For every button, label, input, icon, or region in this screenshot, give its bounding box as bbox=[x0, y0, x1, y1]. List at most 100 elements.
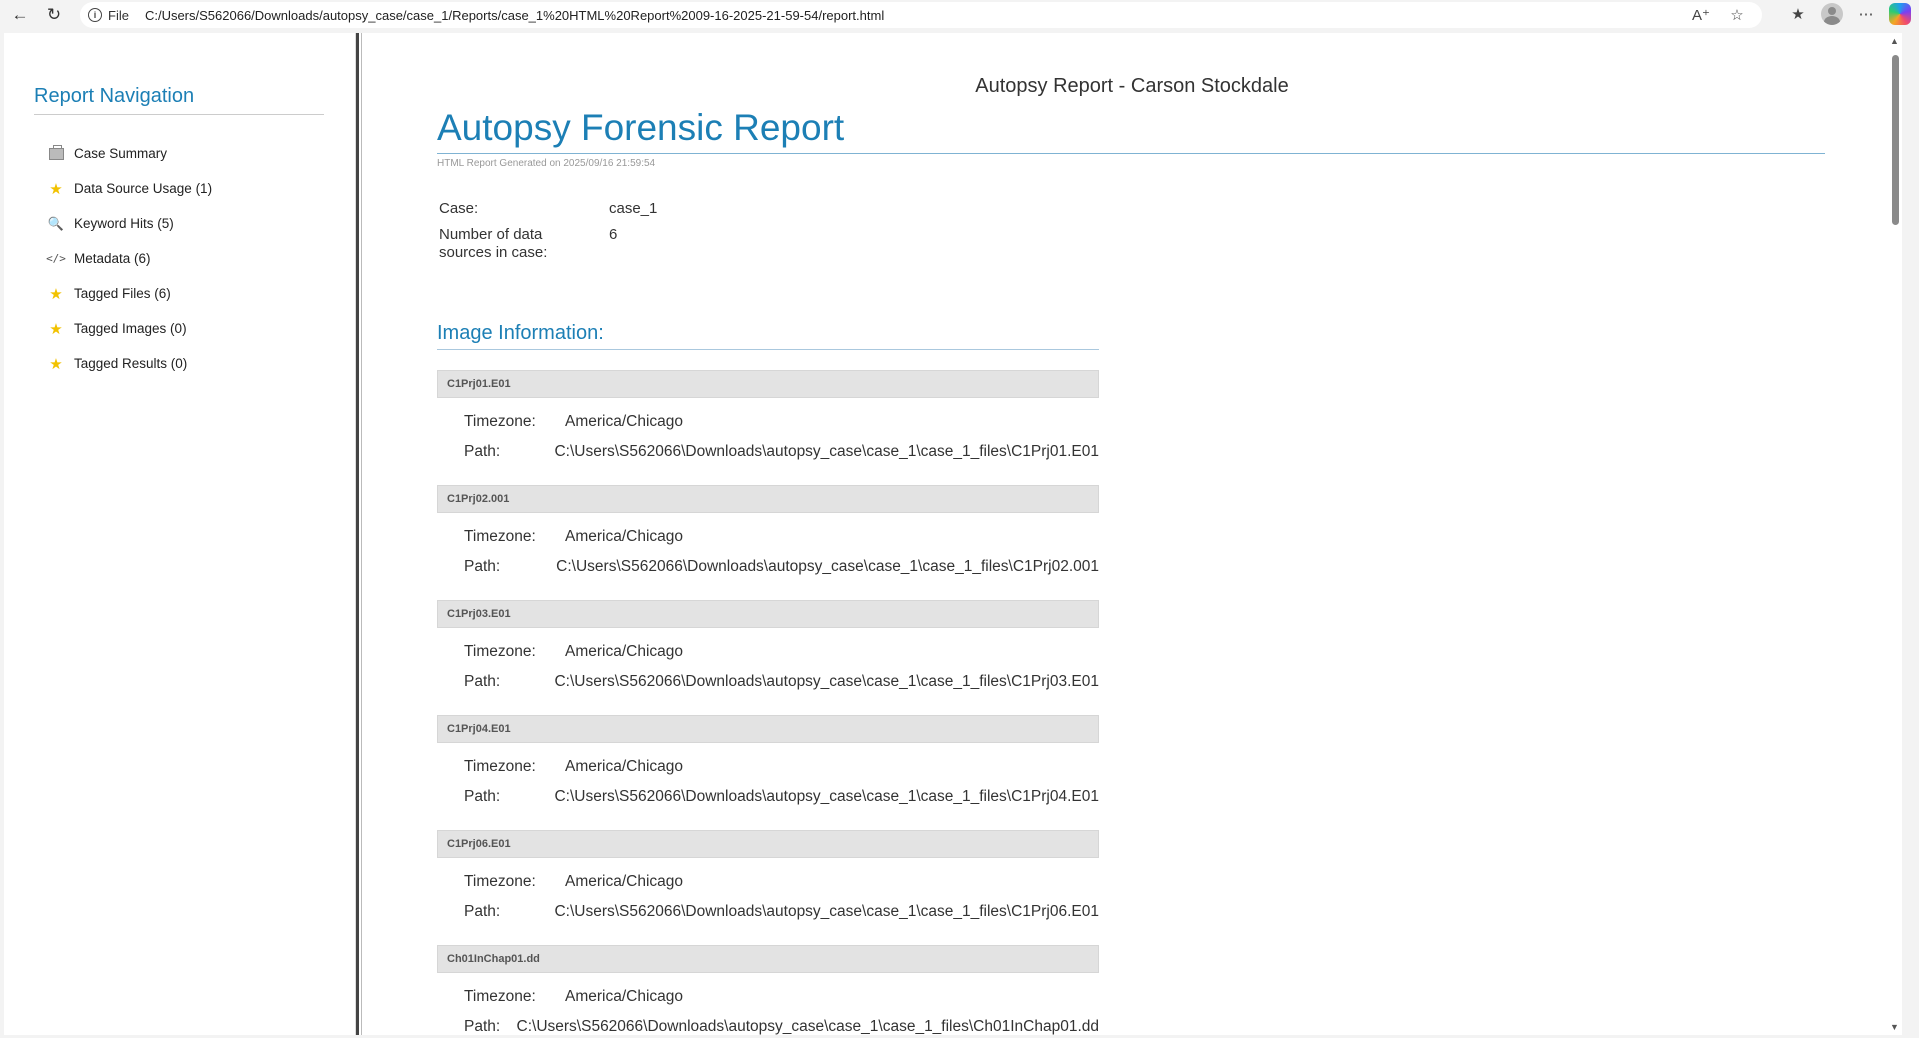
star-icon: ★ bbox=[49, 355, 63, 373]
image-entry: C1Prj06.E01 Timezone: America/Chicago Pat… bbox=[437, 830, 1099, 927]
image-entry: C1Prj03.E01 Timezone: America/Chicago Pat… bbox=[437, 600, 1099, 697]
path-label: Path: bbox=[464, 903, 501, 920]
timezone-row: Timezone: America/Chicago bbox=[437, 522, 1099, 552]
path-value: C:\Users\S562066\Downloads\autopsy_case\… bbox=[554, 903, 1099, 920]
nav-item-case-summary[interactable]: Case Summary bbox=[48, 136, 212, 171]
sources-label-line2: sources in case: bbox=[439, 244, 548, 261]
image-name-bar: C1Prj04.E01 bbox=[437, 715, 1099, 743]
image-name-bar: C1Prj02.001 bbox=[437, 485, 1099, 513]
favorites-icon[interactable]: ★ bbox=[1787, 4, 1809, 24]
path-value: C:\Users\S562066\Downloads\autopsy_case\… bbox=[516, 1018, 1099, 1035]
timezone-label: Timezone: bbox=[464, 873, 536, 890]
timezone-label: Timezone: bbox=[464, 988, 536, 1005]
path-row: Path: C:\Users\S562066\Downloads\autopsy_… bbox=[437, 1012, 1099, 1035]
copilot-icon[interactable] bbox=[1889, 3, 1911, 25]
path-value: C:\Users\S562066\Downloads\autopsy_case\… bbox=[554, 443, 1099, 460]
timezone-value: America/Chicago bbox=[565, 528, 684, 545]
timezone-row: Timezone: America/Chicago bbox=[437, 867, 1099, 897]
nav-item-metadata[interactable]: </> Metadata (6) bbox=[46, 241, 212, 276]
nav-item-label[interactable]: Tagged Results (0) bbox=[74, 356, 187, 371]
path-label: Path: bbox=[464, 788, 501, 805]
browser-toolbar: ← ↻ i File C:/Users/S562066/Downloads/au… bbox=[0, 0, 1919, 30]
path-value: C:\Users\S562066\Downloads\autopsy_case\… bbox=[554, 673, 1099, 690]
timezone-row: Timezone: America/Chicago bbox=[437, 407, 1099, 437]
profile-icon[interactable] bbox=[1821, 3, 1843, 25]
nav-item-label[interactable]: Metadata (6) bbox=[74, 251, 151, 266]
image-information-heading: Image Information: bbox=[437, 322, 604, 344]
report-content: Autopsy Report - Carson Stockdale Autops… bbox=[362, 33, 1902, 1035]
sources-label-line1: Number of data bbox=[439, 226, 543, 243]
nav-item-label[interactable]: Data Source Usage (1) bbox=[74, 181, 212, 196]
path-label: Path: bbox=[464, 673, 501, 690]
path-row: Path: C:\Users\S562066\Downloads\autopsy_… bbox=[437, 437, 1099, 467]
image-name-bar: C1Prj01.E01 bbox=[437, 370, 1099, 398]
path-label: Path: bbox=[464, 443, 501, 460]
sources-row: Number of data sources in case: 6 bbox=[439, 226, 657, 262]
path-label: Path: bbox=[464, 1018, 501, 1035]
star-icon: ★ bbox=[49, 180, 63, 198]
generated-timestamp: HTML Report Generated on 2025/09/16 21:5… bbox=[437, 158, 656, 169]
nav-item-label[interactable]: Case Summary bbox=[74, 146, 167, 161]
report-navigation-panel: Report Navigation Case Summary ★ Data So… bbox=[4, 33, 356, 1035]
sources-label: Number of data sources in case: bbox=[439, 226, 609, 262]
image-information-divider bbox=[437, 349, 1099, 350]
url-text[interactable]: C:/Users/S562066/Downloads/autopsy_case/… bbox=[145, 8, 884, 23]
image-name-bar: C1Prj06.E01 bbox=[437, 830, 1099, 858]
timezone-value: America/Chicago bbox=[565, 988, 684, 1005]
read-aloud-icon[interactable]: A⁺ bbox=[1690, 5, 1712, 25]
refresh-icon[interactable]: ↻ bbox=[40, 3, 68, 27]
star-icon: ★ bbox=[49, 320, 63, 338]
timezone-value: America/Chicago bbox=[565, 413, 684, 430]
file-label: File bbox=[108, 7, 129, 23]
code-icon: </> bbox=[46, 252, 66, 265]
scroll-up-icon[interactable]: ▲ bbox=[1890, 36, 1899, 46]
briefcase-icon bbox=[48, 144, 64, 162]
timezone-label: Timezone: bbox=[464, 758, 536, 775]
timezone-value: America/Chicago bbox=[565, 643, 684, 660]
nav-item-tagged-images[interactable]: ★ Tagged Images (0) bbox=[48, 311, 212, 346]
nav-item-data-source-usage[interactable]: ★ Data Source Usage (1) bbox=[48, 171, 212, 206]
image-entry: Ch01InChap01.dd Timezone: America/Chicago… bbox=[437, 945, 1099, 1035]
path-value: C:\Users\S562066\Downloads\autopsy_case\… bbox=[556, 558, 1099, 575]
nav-item-label[interactable]: Tagged Files (6) bbox=[74, 286, 171, 301]
star-icon: ★ bbox=[49, 285, 63, 303]
info-icon[interactable]: i bbox=[88, 8, 102, 22]
nav-item-tagged-results[interactable]: ★ Tagged Results (0) bbox=[48, 346, 212, 381]
nav-title: Report Navigation bbox=[34, 85, 195, 107]
timezone-row: Timezone: America/Chicago bbox=[437, 752, 1099, 782]
timezone-label: Timezone: bbox=[464, 643, 536, 660]
timezone-row: Timezone: America/Chicago bbox=[437, 982, 1099, 1012]
path-label: Path: bbox=[464, 558, 501, 575]
report-header: Autopsy Report - Carson Stockdale bbox=[975, 75, 1289, 97]
vertical-scrollbar[interactable]: ▲ ▼ bbox=[1888, 33, 1902, 1035]
case-row: Case: case_1 bbox=[439, 200, 657, 218]
image-name-bar: Ch01InChap01.dd bbox=[437, 945, 1099, 973]
timezone-value: America/Chicago bbox=[565, 758, 684, 775]
scroll-thumb[interactable] bbox=[1892, 55, 1899, 225]
address-bar[interactable]: i File C:/Users/S562066/Downloads/autops… bbox=[80, 2, 1762, 28]
favorite-star-icon[interactable]: ☆ bbox=[1726, 5, 1748, 25]
path-row: Path: C:\Users\S562066\Downloads\autopsy_… bbox=[437, 667, 1099, 697]
title-divider bbox=[437, 153, 1825, 154]
case-value: case_1 bbox=[609, 200, 658, 217]
path-row: Path: C:\Users\S562066\Downloads\autopsy_… bbox=[437, 552, 1099, 582]
nav-item-label[interactable]: Tagged Images (0) bbox=[74, 321, 187, 336]
timezone-label: Timezone: bbox=[464, 413, 536, 430]
timezone-label: Timezone: bbox=[464, 528, 536, 545]
image-entry: C1Prj02.001 Timezone: America/Chicago Pat… bbox=[437, 485, 1099, 582]
nav-item-keyword-hits[interactable]: 🔍 Keyword Hits (5) bbox=[48, 206, 212, 241]
case-info-table: Case: case_1 Number of data sources in c… bbox=[439, 200, 657, 270]
search-icon: 🔍 bbox=[47, 215, 65, 231]
page-title: Autopsy Forensic Report bbox=[437, 107, 845, 148]
image-name-bar: C1Prj03.E01 bbox=[437, 600, 1099, 628]
scroll-down-icon[interactable]: ▼ bbox=[1890, 1022, 1899, 1032]
nav-item-label[interactable]: Keyword Hits (5) bbox=[74, 216, 174, 231]
back-icon[interactable]: ← bbox=[6, 3, 34, 27]
image-entry: C1Prj04.E01 Timezone: America/Chicago Pat… bbox=[437, 715, 1099, 812]
path-row: Path: C:\Users\S562066\Downloads\autopsy_… bbox=[437, 782, 1099, 812]
nav-item-tagged-files[interactable]: ★ Tagged Files (6) bbox=[48, 276, 212, 311]
more-icon[interactable]: ⋯ bbox=[1855, 4, 1877, 24]
nav-list: Case Summary ★ Data Source Usage (1) 🔍 K… bbox=[46, 136, 212, 381]
image-entry: C1Prj01.E01 Timezone: America/Chicago Pat… bbox=[437, 370, 1099, 467]
nav-divider bbox=[34, 114, 324, 115]
